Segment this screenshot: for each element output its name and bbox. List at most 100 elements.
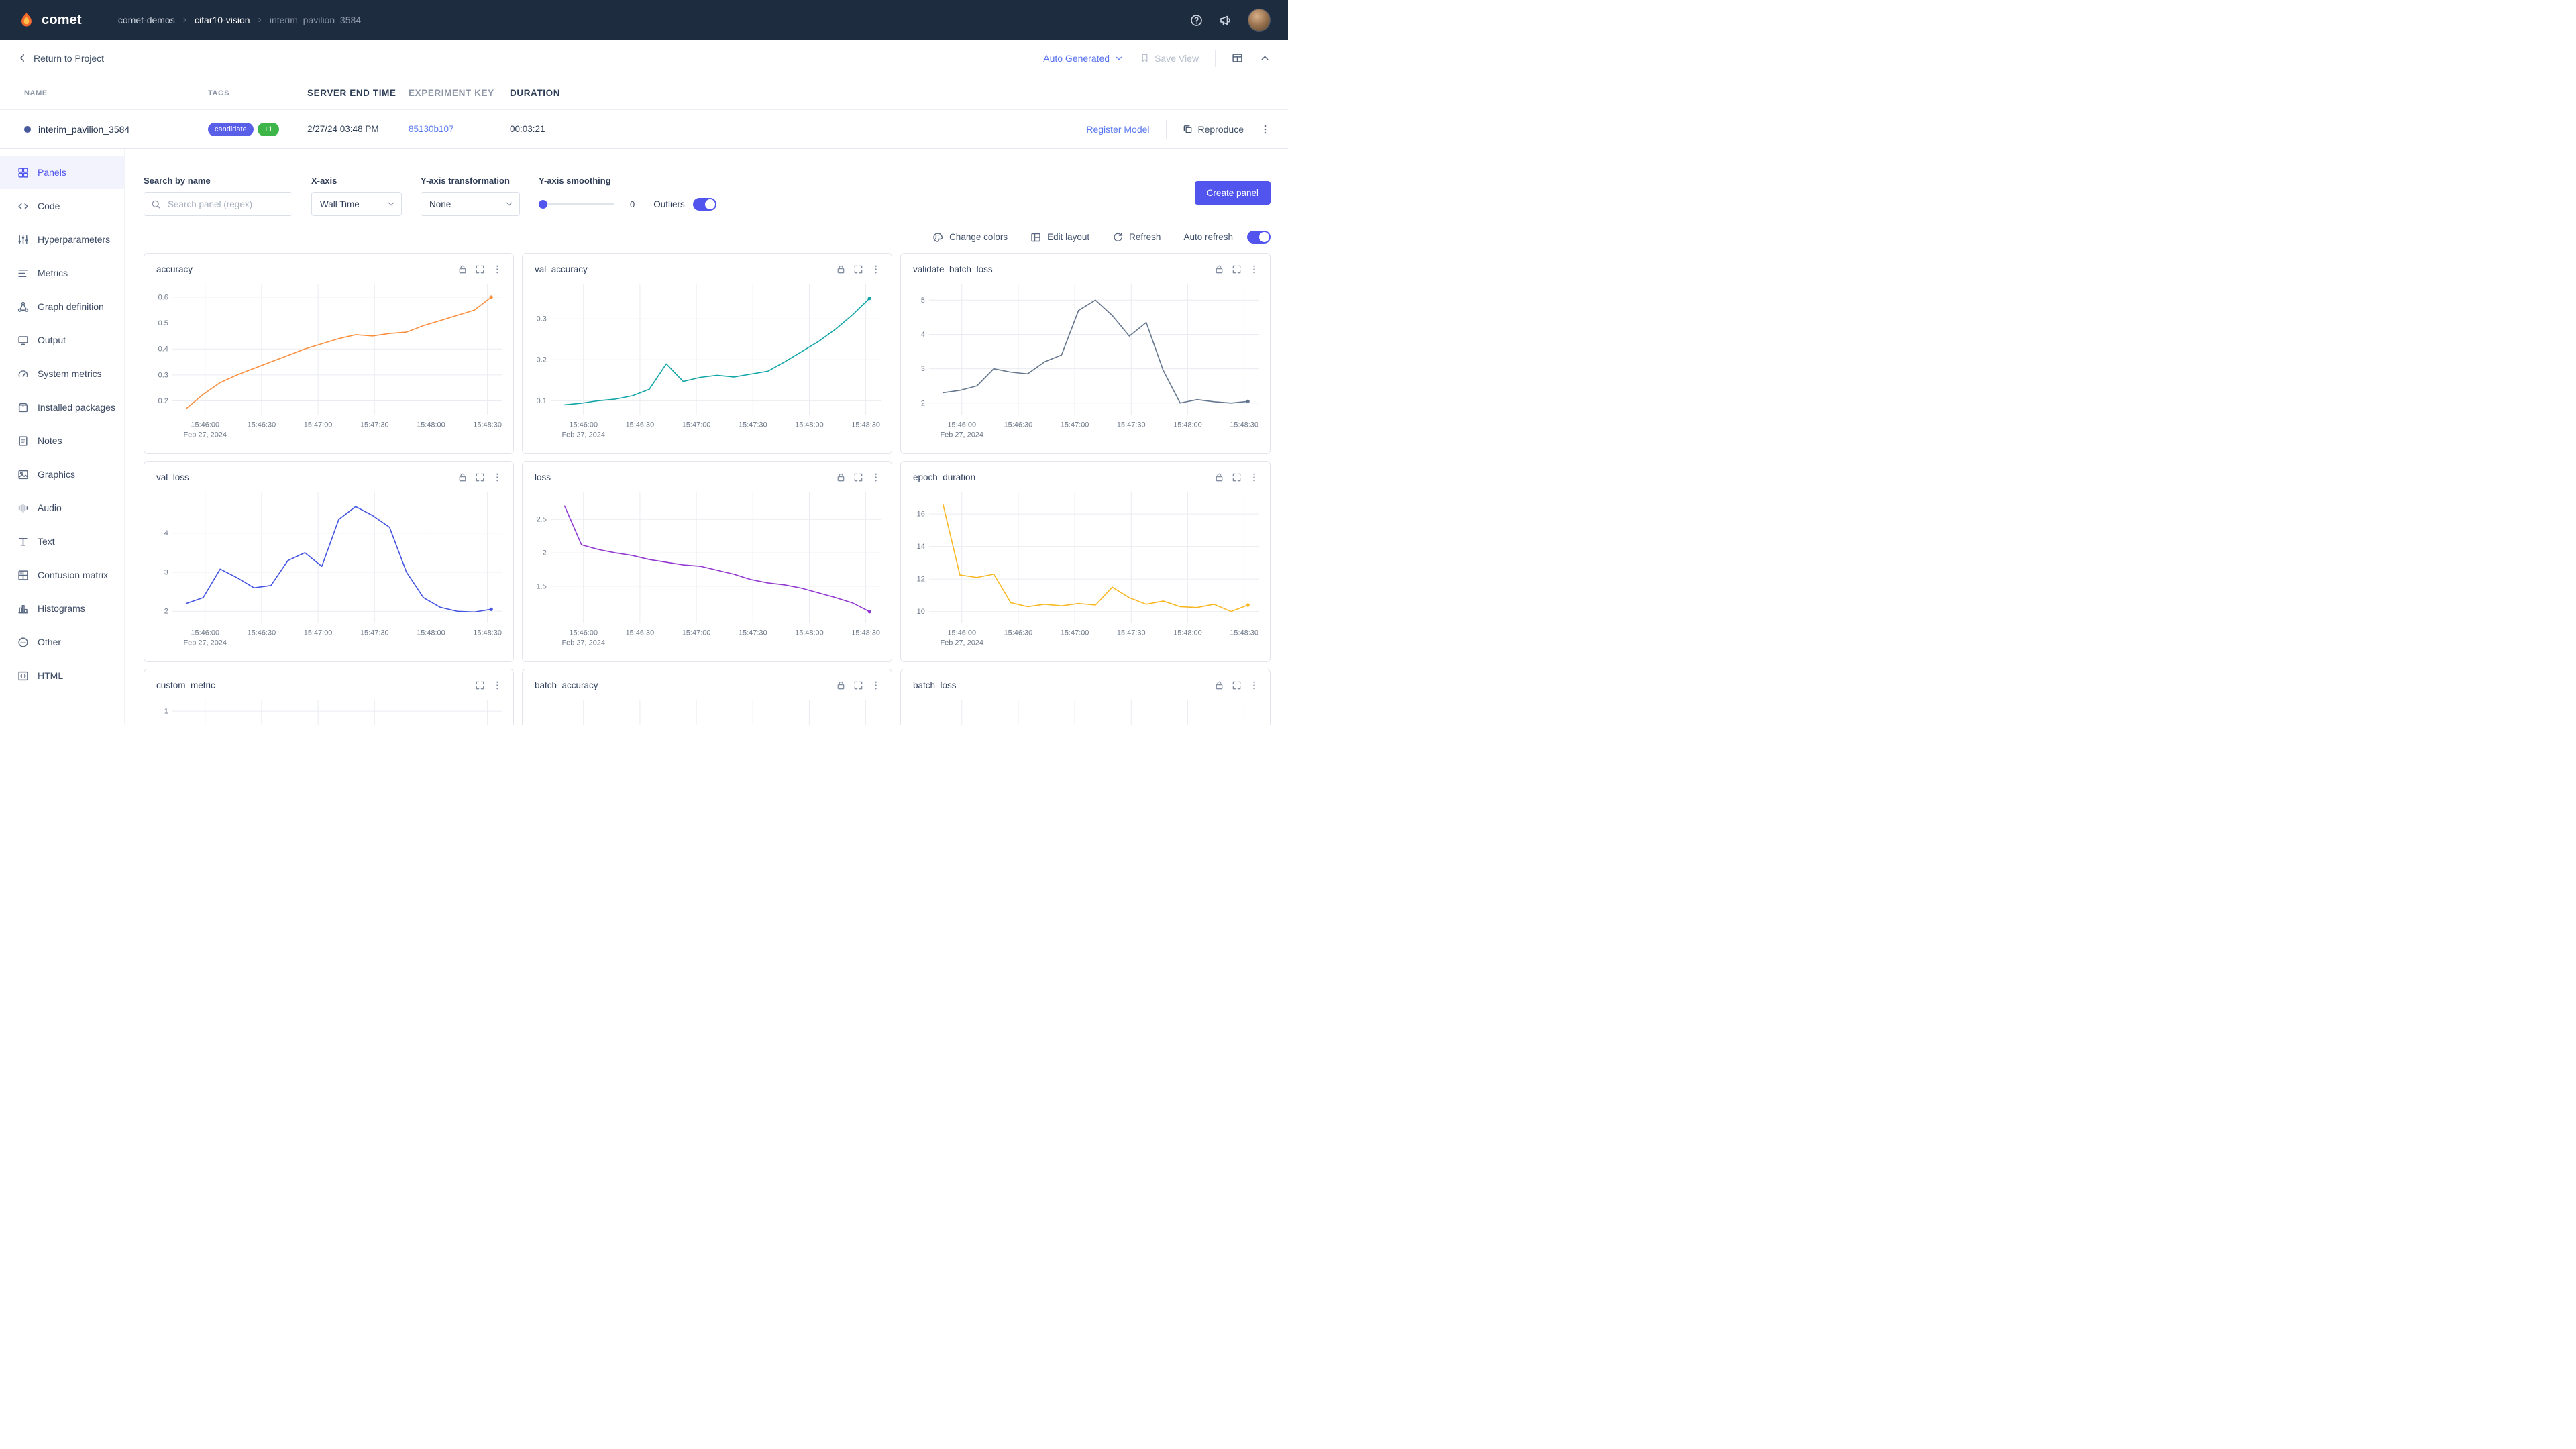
sidebar-item-other[interactable]: Other [0, 625, 124, 659]
lock-open-icon[interactable] [1211, 469, 1227, 485]
lock-open-icon[interactable] [833, 677, 849, 693]
lock-open-icon[interactable] [454, 469, 470, 485]
expand-icon[interactable] [850, 677, 866, 693]
tag-pill[interactable]: +1 [258, 123, 280, 136]
sidebar-item-html[interactable]: HTML [0, 659, 124, 692]
sidebar-item-metrics[interactable]: Metrics [0, 256, 124, 290]
kebab-menu-icon[interactable] [1246, 677, 1262, 693]
kebab-menu-icon[interactable] [867, 261, 883, 277]
sidebar-item-text[interactable]: Text [0, 525, 124, 558]
sidebar-item-system-metrics[interactable]: System metrics [0, 357, 124, 390]
sidebar-item-graphics[interactable]: Graphics [0, 458, 124, 491]
view-dropdown-value: Auto Generated [1043, 53, 1110, 64]
sidebar-item-notes[interactable]: Notes [0, 424, 124, 458]
reproduce-button[interactable]: Reproduce [1183, 124, 1244, 135]
breadcrumb-item[interactable]: cifar10-vision [195, 15, 250, 25]
panel-header: epoch_duration [901, 462, 1270, 486]
svg-text:4: 4 [164, 529, 168, 537]
expand-icon[interactable] [472, 261, 488, 277]
column-header-name[interactable]: NAME [17, 76, 201, 109]
slider-track[interactable] [539, 203, 614, 205]
chart-batch_accuracy[interactable]: 15:46:00Feb 27, 202415:46:3015:47:0015:4… [523, 694, 892, 724]
experiment-name[interactable]: interim_pavilion_3584 [38, 124, 129, 135]
panel-title: custom_metric [156, 680, 215, 690]
kebab-menu-icon[interactable] [867, 677, 883, 693]
expand-icon[interactable] [1228, 469, 1244, 485]
expand-icon[interactable] [850, 469, 866, 485]
ytrans-select[interactable]: None [421, 192, 520, 216]
sidebar-item-label: Panels [38, 167, 66, 178]
create-panel-button[interactable]: Create panel [1195, 181, 1271, 205]
chart-loss[interactable]: 15:46:00Feb 27, 202415:46:3015:47:0015:4… [523, 486, 892, 654]
slider-knob[interactable] [539, 200, 547, 209]
sidebar-item-graph-definition[interactable]: Graph definition [0, 290, 124, 323]
outliers-toggle[interactable] [693, 198, 716, 211]
lock-open-icon[interactable] [454, 261, 470, 277]
svg-text:2: 2 [164, 608, 168, 616]
experiment-key-link[interactable]: 85130b107 [402, 124, 503, 134]
xaxis-select[interactable]: Wall Time [311, 192, 402, 216]
register-model-link[interactable]: Register Model [1086, 124, 1149, 135]
sidebar-item-hyperparameters[interactable]: Hyperparameters [0, 223, 124, 256]
expand-icon[interactable] [1228, 261, 1244, 277]
chart-accuracy[interactable]: 15:46:00Feb 27, 202415:46:3015:47:0015:4… [144, 278, 513, 446]
chart-custom_metric[interactable]: 15:46:00Feb 27, 202415:46:3015:47:0015:4… [144, 694, 513, 724]
sidebar-item-code[interactable]: Code [0, 189, 124, 223]
sidebar-item-histograms[interactable]: Histograms [0, 592, 124, 625]
sidebar-item-label: Histograms [38, 603, 85, 614]
comet-logo-icon [17, 11, 36, 30]
expand-icon[interactable] [472, 677, 488, 693]
expand-icon[interactable] [472, 469, 488, 485]
user-avatar[interactable] [1248, 9, 1271, 32]
column-header-server-end-time[interactable]: SERVER END TIME [301, 88, 402, 98]
expand-icon[interactable] [850, 261, 866, 277]
column-header-tags[interactable]: TAGS [201, 89, 301, 97]
sidebar-item-confusion-matrix[interactable]: Confusion matrix [0, 558, 124, 592]
kebab-menu-icon[interactable] [489, 677, 505, 693]
sidebar-item-label: Graphics [38, 469, 75, 480]
refresh-button[interactable]: Refresh [1112, 232, 1161, 243]
chart-val_accuracy[interactable]: 15:46:00Feb 27, 202415:46:3015:47:0015:4… [523, 278, 892, 446]
experiment-name-cell[interactable]: interim_pavilion_3584 [17, 124, 201, 135]
chart-batch_loss[interactable]: 15:46:00Feb 27, 202415:46:3015:47:0015:4… [901, 694, 1270, 724]
panel-card-epoch_duration: epoch_duration15:46:00Feb 27, 202415:46:… [900, 461, 1271, 662]
breadcrumb-item[interactable]: comet-demos [118, 15, 175, 25]
svg-text:1: 1 [164, 708, 168, 716]
help-icon[interactable] [1190, 14, 1203, 27]
change-colors-button[interactable]: Change colors [932, 232, 1008, 243]
announcements-icon[interactable] [1219, 14, 1232, 27]
view-dropdown[interactable]: Auto Generated [1043, 53, 1124, 64]
search-input[interactable] [166, 199, 285, 210]
sidebar-item-audio[interactable]: Audio [0, 491, 124, 525]
lock-open-icon[interactable] [1211, 677, 1227, 693]
expand-icon[interactable] [1228, 677, 1244, 693]
sidebar-item-panels[interactable]: Panels [0, 156, 124, 189]
kebab-menu-icon[interactable] [489, 469, 505, 485]
lock-open-icon[interactable] [833, 469, 849, 485]
table-view-icon[interactable] [1232, 52, 1243, 64]
collapse-header-icon[interactable] [1259, 52, 1271, 64]
kebab-menu-icon[interactable] [489, 261, 505, 277]
smoothing-slider[interactable] [539, 199, 614, 209]
sidebar-item-installed-packages[interactable]: Installed packages [0, 390, 124, 424]
tag-pill[interactable]: candidate [208, 123, 254, 136]
save-view-button[interactable]: Save View [1140, 53, 1199, 64]
chevron-down-icon [1114, 54, 1124, 63]
auto-refresh-toggle[interactable] [1247, 231, 1271, 244]
breadcrumb-item[interactable]: interim_pavilion_3584 [270, 15, 361, 25]
sidebar-item-output[interactable]: Output [0, 323, 124, 357]
edit-layout-button[interactable]: Edit layout [1030, 232, 1089, 243]
column-header-duration[interactable]: DURATION [503, 88, 590, 98]
lock-open-icon[interactable] [1211, 261, 1227, 277]
row-kebab-menu-icon[interactable] [1260, 124, 1271, 135]
kebab-menu-icon[interactable] [867, 469, 883, 485]
return-to-project-link[interactable]: Return to Project [17, 53, 104, 64]
lock-open-icon[interactable] [833, 261, 849, 277]
chart-epoch_duration[interactable]: 15:46:00Feb 27, 202415:46:3015:47:0015:4… [901, 486, 1270, 654]
kebab-menu-icon[interactable] [1246, 469, 1262, 485]
column-header-experiment-key[interactable]: EXPERIMENT KEY [402, 88, 503, 98]
chart-validate_batch_loss[interactable]: 15:46:00Feb 27, 202415:46:3015:47:0015:4… [901, 278, 1270, 446]
kebab-menu-icon[interactable] [1246, 261, 1262, 277]
comet-logo[interactable]: comet [17, 11, 82, 30]
chart-val_loss[interactable]: 15:46:00Feb 27, 202415:46:3015:47:0015:4… [144, 486, 513, 654]
